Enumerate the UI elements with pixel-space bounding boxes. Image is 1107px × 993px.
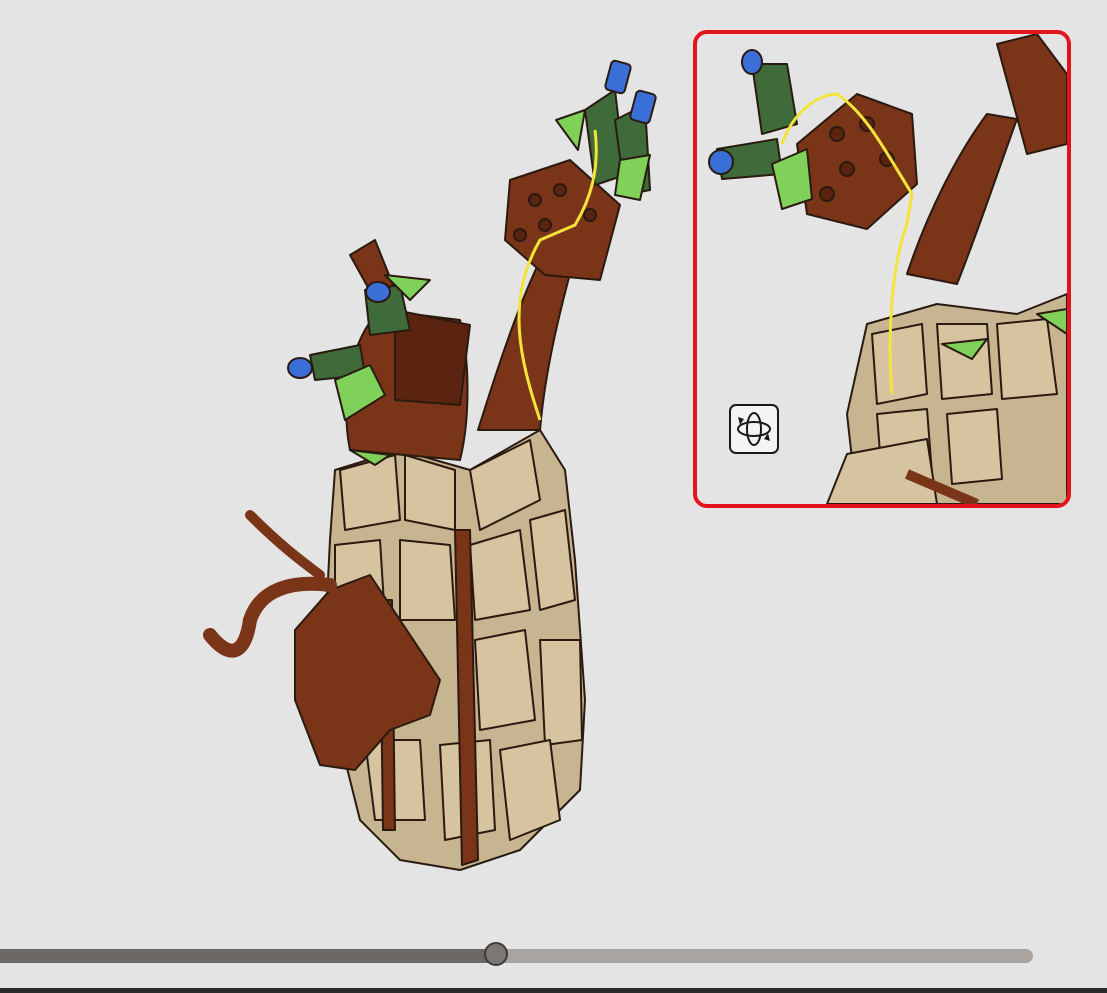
step-progress-track[interactable] bbox=[0, 942, 1033, 966]
step-progress-handle[interactable] bbox=[484, 942, 508, 966]
tree-model bbox=[203, 59, 657, 871]
step-progress-fill bbox=[0, 949, 496, 963]
zoom-callout bbox=[693, 30, 1071, 508]
rotate-model-icon bbox=[737, 412, 771, 446]
rotate-model-button[interactable] bbox=[729, 404, 779, 454]
bottom-divider bbox=[0, 988, 1107, 993]
